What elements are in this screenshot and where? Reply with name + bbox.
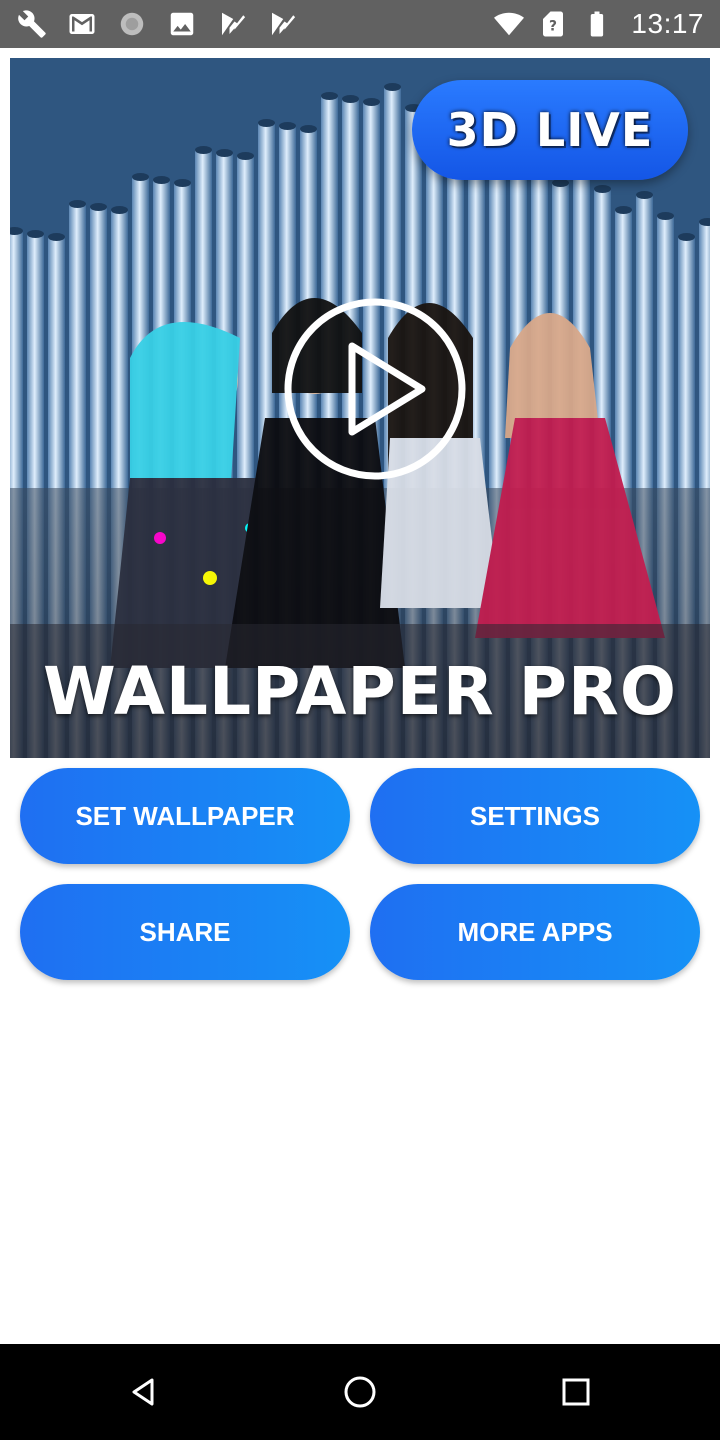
organ-pipe-top (111, 206, 128, 214)
share-button[interactable]: SHARE (20, 884, 350, 980)
organ-pipe-top (195, 146, 212, 154)
organ-pipe-top (279, 122, 296, 130)
organ-pipe-top (132, 173, 149, 181)
loading-icon (116, 8, 148, 40)
organ-pipe-top (69, 200, 86, 208)
gmail-icon (66, 8, 98, 40)
organ-pipe-top (48, 233, 65, 241)
organ-pipe-top (90, 203, 107, 211)
organ-pipe-top (552, 179, 569, 187)
3d-live-badge-text: 3D LIVE (446, 103, 654, 157)
organ-pipe-top (636, 191, 653, 199)
navigation-bar (0, 1344, 720, 1440)
image-icon (166, 8, 198, 40)
wrench-icon (16, 8, 48, 40)
organ-pipe-top (657, 212, 674, 220)
wallpaper-pro-banner-strip: WALLPAPER PRO (10, 624, 710, 758)
set-wallpaper-button[interactable]: SET WALLPAPER (20, 768, 350, 864)
organ-pipe-top (594, 185, 611, 193)
play-circle-icon[interactable] (282, 296, 468, 482)
status-bar: ? 13:17 (0, 0, 720, 48)
settings-button[interactable]: SETTINGS (370, 768, 700, 864)
organ-pipe-top (216, 149, 233, 157)
organ-pipe-top (342, 95, 359, 103)
home-icon[interactable] (336, 1368, 384, 1416)
play-store-check-icon (266, 8, 298, 40)
organ-pipe-top (258, 119, 275, 127)
organ-pipe-top (27, 230, 44, 238)
system-icons: ? 13:17 (493, 0, 704, 48)
organ-pipe-top (237, 152, 254, 160)
more-apps-button[interactable]: MORE APPS (370, 884, 700, 980)
organ-pipe-top (300, 125, 317, 133)
battery-icon (581, 8, 613, 40)
organ-pipe-top (678, 233, 695, 241)
svg-text:?: ? (549, 18, 557, 34)
notification-icons (16, 0, 298, 48)
organ-pipe-top (615, 206, 632, 214)
play-store-check-icon (216, 8, 248, 40)
wallpaper-preview-banner[interactable]: 3D LIVE WALLPAPER PRO (10, 58, 710, 758)
organ-pipe-top (174, 179, 191, 187)
organ-pipe-top (153, 176, 170, 184)
back-icon[interactable] (120, 1368, 168, 1416)
no-sim-icon: ? (537, 8, 569, 40)
3d-live-badge: 3D LIVE (412, 80, 688, 180)
organ-pipe-top (384, 83, 401, 91)
recents-icon[interactable] (552, 1368, 600, 1416)
organ-pipe-top (321, 92, 338, 100)
wallpaper-pro-title: WALLPAPER PRO (43, 652, 677, 730)
status-clock: 13:17 (631, 8, 704, 39)
wifi-icon (493, 8, 525, 40)
organ-pipe-top (363, 98, 380, 106)
